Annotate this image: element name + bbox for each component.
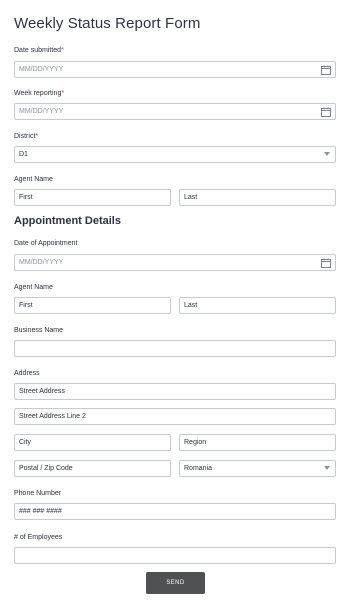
send-button[interactable]: SEND: [146, 572, 205, 594]
week-reporting-label: Week reporting*: [14, 90, 65, 97]
phone-number-input[interactable]: ### ### ####: [14, 503, 336, 520]
calendar-icon[interactable]: [321, 258, 331, 268]
street-address-input[interactable]: Street Address: [14, 383, 336, 400]
street-address-line2-input[interactable]: Street Address Line 2: [14, 408, 336, 425]
chevron-down-icon: [324, 152, 330, 156]
date-of-appointment-label: Date of Appointment: [14, 240, 78, 247]
employees-label: # of Employees: [14, 534, 63, 541]
country-select[interactable]: Romania: [179, 460, 336, 477]
district-label: District*: [14, 133, 39, 140]
employees-input[interactable]: [14, 547, 336, 564]
calendar-icon[interactable]: [321, 107, 331, 117]
phone-number-label: Phone Number: [14, 490, 62, 497]
calendar-icon[interactable]: [321, 65, 331, 75]
agent-first-name-input-2[interactable]: First: [14, 297, 171, 314]
agent-last-name-input[interactable]: Last: [179, 189, 336, 206]
section-title-appointment-details: Appointment Details: [14, 215, 121, 227]
chevron-down-icon: [324, 466, 330, 470]
agent-last-name-input-2[interactable]: Last: [179, 297, 336, 314]
city-input[interactable]: City: [14, 434, 171, 451]
district-select[interactable]: D1: [14, 146, 336, 163]
region-input[interactable]: Region: [179, 434, 336, 451]
agent-name-label: Agent Name: [14, 176, 53, 183]
address-label: Address: [14, 370, 40, 377]
business-name-label: Business Name: [14, 327, 64, 334]
date-of-appointment-input[interactable]: MM/DD/YYYY: [14, 254, 336, 271]
form-title: Weekly Status Report Form: [14, 15, 201, 32]
postal-code-input[interactable]: Postal / Zip Code: [14, 460, 171, 477]
week-reporting-input[interactable]: MM/DD/YYYY: [14, 103, 336, 120]
date-submitted-label: Date submitted*: [14, 47, 64, 54]
agent-name-label-2: Agent Name: [14, 284, 53, 291]
agent-first-name-input[interactable]: First: [14, 189, 171, 206]
business-name-input[interactable]: [14, 340, 336, 357]
date-submitted-input[interactable]: MM/DD/YYYY: [14, 61, 336, 78]
